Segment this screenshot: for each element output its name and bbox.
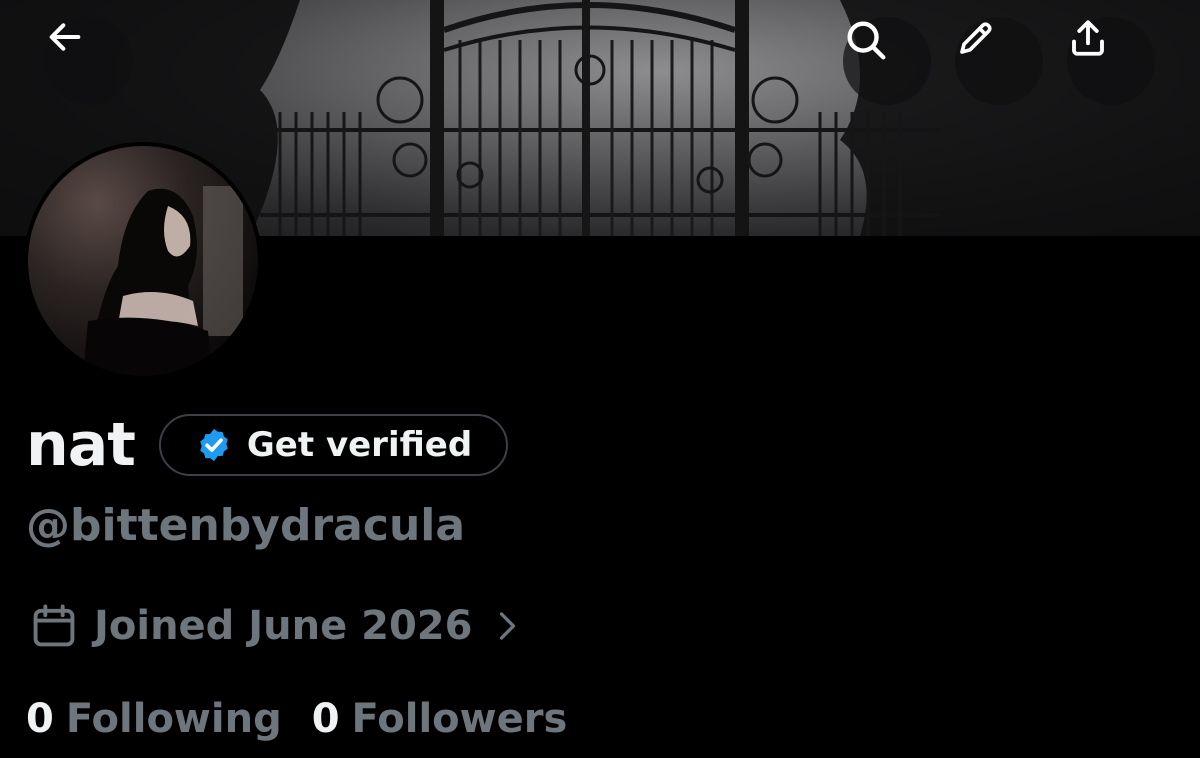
joined-date-row[interactable]: Joined June 2026	[28, 600, 524, 652]
name-row: nat Get verified	[26, 410, 509, 480]
followers-count: 0	[311, 696, 340, 742]
following-label: Following	[65, 696, 282, 742]
avatar[interactable]	[24, 142, 262, 380]
search-icon	[847, 21, 886, 60]
follow-stats: 0 Following 0 Followers	[26, 696, 567, 742]
followers-link[interactable]: 0 Followers	[312, 696, 568, 742]
edit-button[interactable]	[955, 17, 1043, 105]
verified-badge-icon	[200, 428, 228, 462]
followers-label: Followers	[351, 696, 568, 742]
following-count: 0	[26, 696, 54, 742]
share-button[interactable]	[1067, 17, 1155, 105]
following-link[interactable]: 0 Following	[26, 696, 282, 742]
chevron-right-icon	[500, 612, 516, 640]
calendar-icon	[33, 604, 75, 647]
search-button[interactable]	[843, 17, 931, 105]
arrow-left-icon	[49, 23, 81, 51]
get-verified-label: Get verified	[246, 425, 473, 465]
pencil-icon	[960, 22, 992, 54]
get-verified-button[interactable]: Get verified	[158, 414, 509, 476]
user-handle: @bittenbydracula	[26, 500, 466, 551]
back-button[interactable]	[45, 17, 133, 105]
joined-date-text: Joined June 2026	[94, 603, 473, 649]
avatar-photo	[28, 146, 258, 376]
share-upload-icon	[1072, 20, 1104, 56]
display-name: nat	[26, 410, 136, 480]
